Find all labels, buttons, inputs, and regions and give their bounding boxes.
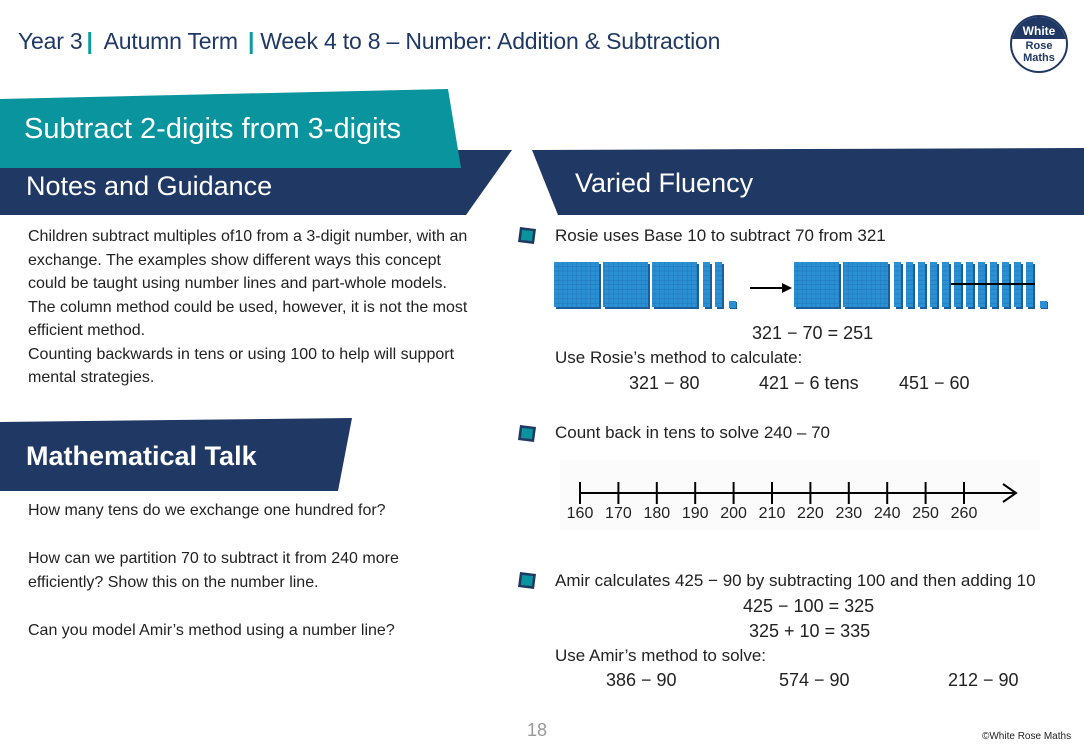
ten-rod xyxy=(978,262,987,309)
q1-equation: 321 − 70 = 251 xyxy=(752,323,874,343)
varied-fluency-heading: Varied Fluency xyxy=(575,168,754,198)
notes-body: Children subtract multiples of10 from a … xyxy=(28,225,468,390)
ten-rod xyxy=(942,262,951,309)
one-cube xyxy=(729,301,737,309)
hundred-block xyxy=(554,262,601,309)
one-cube xyxy=(1040,301,1048,309)
q3-problem: 212 − 90 xyxy=(948,670,1019,690)
talk-question: Can you model Amir’s method using a numb… xyxy=(28,622,395,639)
question-bullet-icon xyxy=(518,227,536,244)
question-bullet-icon xyxy=(518,572,536,589)
ten-rod xyxy=(966,262,975,309)
notes-heading: Notes and Guidance xyxy=(26,171,273,201)
blocks-after xyxy=(794,262,1048,309)
ten-rod xyxy=(930,262,939,309)
q3-step: 425 − 100 = 325 xyxy=(743,596,875,616)
ten-rod xyxy=(954,262,963,309)
q1-problem: 421 − 6 tens xyxy=(759,373,859,393)
q1-instruction: Use Rosie’s method to calculate: xyxy=(555,348,803,367)
number-line-label: 200 xyxy=(720,505,747,522)
number-line-label: 180 xyxy=(643,505,671,522)
q2-prompt: Count back in tens to solve 240 – 70 xyxy=(555,423,831,442)
blocks-before xyxy=(554,262,737,309)
number-line-label: 210 xyxy=(758,505,786,522)
q1-prompt: Rosie uses Base 10 to subtract 70 from 3… xyxy=(555,226,886,245)
talk-question: How can we partition 70 to subtract it f… xyxy=(28,550,399,591)
number-line-label: 190 xyxy=(681,505,709,522)
page-number: 18 xyxy=(527,720,548,740)
ten-rod xyxy=(906,262,915,309)
number-line-label: 220 xyxy=(797,505,824,522)
hundred-block xyxy=(794,262,841,309)
exchange-arrow-icon xyxy=(750,283,792,293)
number-line-label: 230 xyxy=(835,505,863,522)
copyright: ©White Rose Maths xyxy=(982,731,1072,742)
ten-rod xyxy=(1014,262,1023,309)
number-line-label: 250 xyxy=(912,505,939,522)
ten-rod xyxy=(918,262,927,309)
q3-problem: 386 − 90 xyxy=(606,670,677,690)
hundred-block xyxy=(652,262,699,309)
q3-problem: 574 − 90 xyxy=(779,670,850,690)
notes-paragraph: Counting backwards in tens or using 100 … xyxy=(28,345,455,387)
hundred-block xyxy=(603,262,650,309)
base-ten-blocks xyxy=(554,262,1048,309)
hundred-block xyxy=(843,262,890,309)
ten-rod xyxy=(703,262,712,309)
number-line-label: 160 xyxy=(566,505,594,522)
ten-rod xyxy=(1026,262,1035,309)
ten-rod xyxy=(894,262,903,309)
q3-step: 325 + 10 = 335 xyxy=(749,621,871,641)
lesson-title-banner-overlap xyxy=(0,150,461,168)
q1-problem: 451 − 60 xyxy=(899,373,970,393)
number-line-label: 240 xyxy=(873,505,901,522)
number-line: 160 170 180 190 200 210 220 230 240 250 260 xyxy=(560,460,1040,530)
talk-question: How many tens do we exchange one hundred… xyxy=(28,502,386,519)
q3-prompt: Amir calculates 425 − 90 by subtracting … xyxy=(555,571,1036,590)
ten-rod xyxy=(990,262,999,309)
lesson-title: Subtract 2-digits from 3-digits xyxy=(24,113,402,145)
ten-rod xyxy=(1002,262,1011,309)
question-bullet-icon xyxy=(518,425,536,442)
number-line-label: 170 xyxy=(605,505,632,522)
q1-problem: 321 − 80 xyxy=(629,373,700,393)
notes-paragraph: Children subtract multiples of10 from a … xyxy=(28,228,468,292)
number-line-label: 260 xyxy=(950,505,978,522)
talk-heading: Mathematical Talk xyxy=(26,441,257,471)
talk-body: How many tens do we exchange one hundred… xyxy=(28,499,468,667)
notes-paragraph: The column method could be used, however… xyxy=(28,298,468,340)
ten-rod xyxy=(715,262,724,309)
q3-instruction: Use Amir’s method to solve: xyxy=(555,646,767,665)
